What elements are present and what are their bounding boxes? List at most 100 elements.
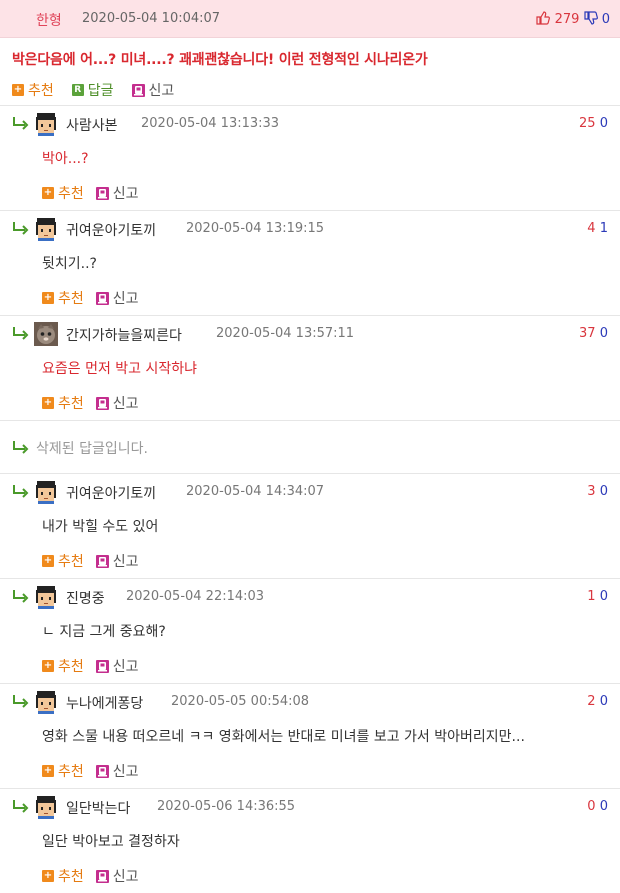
reply-down-count: 0 [599, 589, 608, 604]
reply-header: 사람사본 2020-05-04 13:13:33 25 0 [0, 106, 620, 142]
recommend-button[interactable]: + 추천 [42, 551, 84, 571]
root-author[interactable]: 한형 [36, 10, 62, 30]
reply-author[interactable]: 사람사본 [66, 115, 118, 135]
reply-arrow-icon [13, 222, 29, 235]
avatar[interactable] [34, 112, 58, 136]
reply-header: 귀여운아기토끼 2020-05-04 14:34:07 3 0 [0, 474, 620, 510]
reply-down-count: 0 [599, 799, 608, 814]
reply-actions: + 추천 신고 [0, 544, 620, 578]
reply-item: 사람사본 2020-05-04 13:13:33 25 0 박아...? + 추… [0, 105, 620, 210]
recommend-button[interactable]: + 추천 [42, 761, 84, 781]
avatar[interactable] [34, 217, 58, 241]
report-label: 신고 [112, 764, 139, 780]
reply-header: 일단박는다 2020-05-06 14:36:55 0 0 [0, 789, 620, 825]
thumbs-down-icon[interactable] [583, 11, 598, 25]
reply-text: 영화 스물 내용 떠오르네 ㅋㅋ 영화에서는 반대로 미녀를 보고 가서 박아버… [42, 729, 525, 745]
avatar[interactable] [34, 690, 58, 714]
recommend-label: 추천 [58, 396, 84, 412]
reply-date: 2020-05-06 14:36:55 [157, 799, 296, 814]
report-button[interactable]: 신고 [95, 288, 139, 308]
report-button[interactable]: 신고 [95, 551, 139, 571]
reply-actions: + 추천 신고 [0, 281, 620, 315]
plus-icon: + [42, 555, 54, 567]
report-button[interactable]: 신고 [95, 393, 139, 413]
reply-button[interactable]: R 답글 [71, 80, 114, 100]
report-button[interactable]: 신고 [131, 80, 174, 100]
report-button[interactable]: 신고 [95, 866, 139, 886]
reply-date: 2020-05-04 13:57:11 [216, 326, 355, 341]
recommend-button[interactable]: + 추천 [12, 80, 54, 100]
avatar[interactable] [34, 322, 58, 346]
reply-actions: + 추천 신고 [0, 386, 620, 420]
recommend-button[interactable]: + 추천 [42, 866, 84, 886]
reply-arrow-icon [13, 800, 29, 813]
recommend-button[interactable]: + 추천 [42, 656, 84, 676]
root-votes: 279 0 [536, 11, 610, 27]
reply-down-count: 0 [599, 484, 608, 499]
reply-votes: 1 0 [587, 589, 608, 604]
report-button[interactable]: 신고 [95, 183, 139, 203]
recommend-button[interactable]: + 추천 [42, 183, 84, 203]
thumbs-up-icon[interactable] [536, 11, 551, 25]
reply-down-count: 0 [599, 694, 608, 709]
report-icon [95, 186, 109, 200]
report-label: 신고 [112, 291, 139, 307]
reply-text: 뒷치기..? [42, 256, 97, 272]
reply-item: 일단박는다 2020-05-06 14:36:55 0 0 일단 박아보고 결정… [0, 788, 620, 893]
report-button[interactable]: 신고 [95, 656, 139, 676]
reply-author[interactable]: 누나에게퐁당 [66, 693, 143, 713]
recommend-label: 추천 [58, 764, 84, 780]
reply-icon: R [71, 84, 84, 96]
avatar[interactable] [34, 480, 58, 504]
deleted-reply-text: 삭제된 답글입니다. [36, 441, 148, 457]
plus-icon: + [42, 870, 54, 882]
reply-date: 2020-05-04 13:19:15 [186, 221, 325, 236]
root-comment: 한형 2020-05-04 10:04:07 279 0 박은다음에 어...?… [0, 0, 620, 105]
reply-arrow-icon [13, 441, 29, 454]
plus-icon: + [42, 292, 54, 304]
report-button[interactable]: 신고 [95, 761, 139, 781]
reply-header: 진명중 2020-05-04 22:14:03 1 0 [0, 579, 620, 615]
reply-down-count: 0 [599, 116, 608, 131]
reply-down-count: 0 [599, 326, 608, 341]
recommend-label: 추천 [58, 186, 84, 202]
recommend-button[interactable]: + 추천 [42, 393, 84, 413]
reply-author[interactable]: 진명중 [66, 588, 105, 608]
plus-icon: + [42, 660, 54, 672]
reply-votes: 37 0 [579, 326, 608, 341]
reply-up-count: 4 [587, 221, 596, 236]
reply-header: 누나에게퐁당 2020-05-05 00:54:08 2 0 [0, 684, 620, 720]
reply-arrow-icon [13, 485, 29, 498]
recommend-label: 추천 [58, 554, 84, 570]
avatar[interactable] [34, 795, 58, 819]
report-icon [95, 554, 109, 568]
reply-list: 사람사본 2020-05-04 13:13:33 25 0 박아...? + 추… [0, 105, 620, 893]
reply-header: 간지가하늘을찌른다 2020-05-04 13:57:11 37 0 [0, 316, 620, 352]
root-down-count: 0 [601, 12, 610, 27]
reply-up-count: 25 [579, 116, 596, 131]
reply-date: 2020-05-04 22:14:03 [126, 589, 265, 604]
avatar[interactable] [34, 585, 58, 609]
plus-icon: + [42, 397, 54, 409]
comment-section: 한형 2020-05-04 10:04:07 279 0 박은다음에 어...?… [0, 0, 620, 893]
report-icon [95, 659, 109, 673]
reply-votes: 4 1 [587, 221, 608, 236]
reply-date: 2020-05-04 13:13:33 [141, 116, 280, 131]
recommend-label: 추천 [58, 869, 84, 885]
recommend-button[interactable]: + 추천 [42, 288, 84, 308]
reply-arrow-icon [13, 590, 29, 603]
reply-author[interactable]: 귀여운아기토끼 [66, 220, 156, 240]
reply-text: 내가 박힐 수도 있어 [42, 519, 159, 535]
reply-down-count: 1 [599, 221, 608, 236]
reply-author[interactable]: 간지가하늘을찌른다 [66, 325, 182, 345]
reply-author[interactable]: 귀여운아기토끼 [66, 483, 156, 503]
root-up-count: 279 [554, 12, 580, 27]
reply-text: 박아...? [42, 151, 89, 167]
reply-author[interactable]: 일단박는다 [66, 798, 130, 818]
reply-votes: 25 0 [579, 116, 608, 131]
plus-icon: + [42, 187, 54, 199]
reply-date: 2020-05-04 14:34:07 [186, 484, 325, 499]
root-actions: + 추천 R 답글 신고 [0, 75, 620, 105]
recommend-label: 추천 [58, 291, 84, 307]
reply-actions: + 추천 신고 [0, 176, 620, 210]
